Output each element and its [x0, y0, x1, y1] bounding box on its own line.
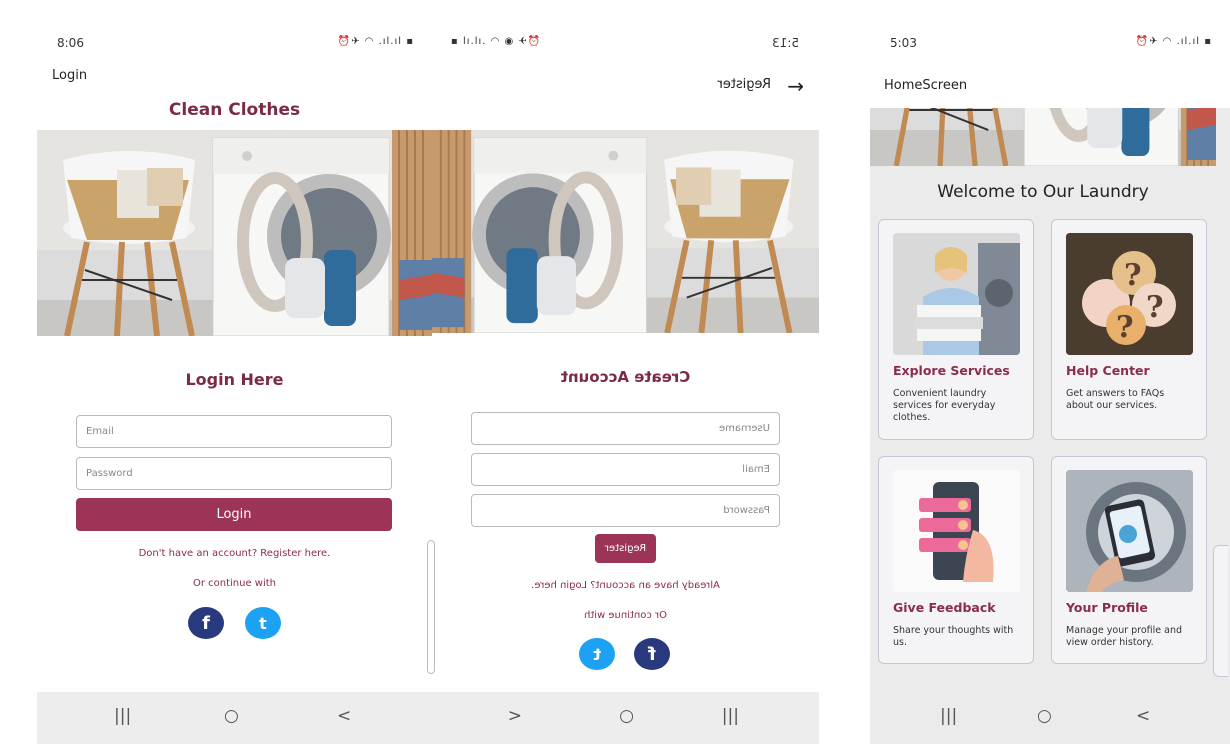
facebook-glyph: f — [202, 612, 210, 634]
banner-title: Clean Clothes — [168, 100, 301, 120]
username-field[interactable]: Username — [471, 412, 780, 445]
status-bar: 5:03 ⏰✈ ◠ .ıl.ıl ▪ — [870, 36, 1230, 52]
username-placeholder: Username — [719, 423, 770, 434]
app-bar-title: Register — [717, 77, 771, 92]
continue-with-label: Or continue with — [192, 578, 277, 589]
laundry-banner-image — [432, 130, 819, 333]
register-screen: 5:13 ⏰✈ ◉ ◠ .ıl.ıl ▪ ← Register Create A… — [432, 0, 819, 744]
form-title: Login Here — [185, 370, 284, 389]
status-time: 5:03 — [890, 36, 917, 50]
status-bar: 8:06 ⏰✈ ◠ .ıl.ıl ▪ — [37, 36, 432, 52]
help-center-card[interactable]: ??? Help Center Get answers to FAQs abou… — [1051, 219, 1207, 440]
status-time: 5:13 — [772, 36, 799, 50]
password-field[interactable]: Password — [471, 494, 780, 527]
continue-with-label: Or continue with — [583, 610, 668, 621]
your-profile-card[interactable]: Your Profile Manage your profile and vie… — [1051, 456, 1207, 664]
card-title: Help Center — [1066, 363, 1150, 378]
card-title: Your Profile — [1066, 600, 1148, 615]
home-icon[interactable]: ○ — [619, 706, 634, 726]
status-time: 8:06 — [57, 36, 84, 50]
svg-text:?: ? — [1146, 290, 1164, 325]
home-icon[interactable]: ○ — [1037, 706, 1052, 726]
login-link[interactable]: Already have an account? Login here. — [432, 580, 819, 591]
card-description: Share your thoughts with us. — [893, 625, 1014, 648]
svg-text:?: ? — [1124, 258, 1142, 293]
twitter-icon[interactable]: t — [579, 638, 615, 670]
back-icon[interactable]: < — [508, 706, 522, 726]
question-marks-image: ??? — [1066, 233, 1193, 355]
app-bar-title: HomeScreen — [884, 78, 968, 93]
phone-feedback-image — [893, 470, 1020, 592]
card-description: Manage your profile and view order histo… — [1066, 625, 1183, 648]
form-title: Create Account — [560, 368, 691, 386]
facebook-icon[interactable]: f — [634, 638, 670, 670]
explore-services-card[interactable]: Explore Services Convenient laundry serv… — [878, 219, 1034, 440]
laundry-banner-image — [870, 108, 1216, 166]
password-placeholder: Password — [723, 505, 770, 516]
email-placeholder: Email — [742, 464, 770, 475]
card-title: Give Feedback — [893, 600, 996, 615]
system-nav-bar: ||| ○ < — [37, 692, 432, 744]
status-icons: ⏰✈ ◠ .ıl.ıl ▪ — [1135, 36, 1212, 47]
svg-text:?: ? — [1116, 310, 1134, 345]
app-bar-title: Login — [52, 68, 88, 83]
twitter-icon[interactable]: t — [245, 607, 281, 639]
password-placeholder: Password — [86, 468, 133, 479]
laundry-banner-image — [37, 130, 432, 336]
give-feedback-card[interactable]: Give Feedback Share your thoughts with u… — [878, 456, 1034, 664]
recents-icon[interactable]: ||| — [940, 706, 957, 726]
login-button[interactable]: Login — [76, 498, 392, 531]
email-field[interactable]: Email — [76, 415, 392, 448]
back-icon[interactable]: < — [337, 706, 351, 726]
status-icons: ⏰✈ ◉ ◠ .ıl.ıl ▪ — [450, 36, 541, 47]
email-field[interactable]: Email — [471, 453, 780, 486]
email-placeholder: Email — [86, 426, 114, 437]
scroll-indicator — [427, 540, 435, 674]
recents-icon[interactable]: ||| — [114, 706, 131, 726]
laundry-worker-image — [893, 233, 1020, 355]
password-field[interactable]: Password — [76, 457, 392, 490]
facebook-glyph: f — [648, 643, 656, 665]
twitter-glyph: t — [259, 613, 267, 633]
system-nav-bar: ||| ○ < — [870, 692, 1230, 744]
status-bar: 5:13 ⏰✈ ◉ ◠ .ıl.ıl ▪ — [432, 36, 819, 52]
phone-washer-image — [1066, 470, 1193, 592]
login-screen: 8:06 ⏰✈ ◠ .ıl.ıl ▪ Login Clean Clothes L… — [37, 0, 432, 744]
home-screen: 5:03 ⏰✈ ◠ .ıl.ıl ▪ HomeScreen Welcome to… — [870, 0, 1230, 744]
status-icons: ⏰✈ ◠ .ıl.ıl ▪ — [337, 36, 414, 47]
back-icon[interactable]: < — [1136, 706, 1150, 726]
register-link[interactable]: Don't have an account? Register here. — [37, 548, 432, 559]
twitter-glyph: t — [593, 644, 601, 664]
card-description: Get answers to FAQs about our services. — [1066, 388, 1165, 411]
register-button[interactable]: Register — [595, 534, 656, 563]
system-nav-bar: ||| ○ < — [432, 692, 819, 744]
back-arrow-icon[interactable]: ← — [787, 74, 804, 98]
home-icon[interactable]: ○ — [224, 706, 239, 726]
card-description: Convenient laundry services for everyday… — [893, 388, 996, 423]
recents-icon[interactable]: ||| — [722, 706, 739, 726]
card-title: Explore Services — [893, 363, 1010, 378]
partial-card — [1213, 545, 1228, 677]
welcome-title: Welcome to Our Laundry — [937, 182, 1149, 202]
facebook-icon[interactable]: f — [188, 607, 224, 639]
